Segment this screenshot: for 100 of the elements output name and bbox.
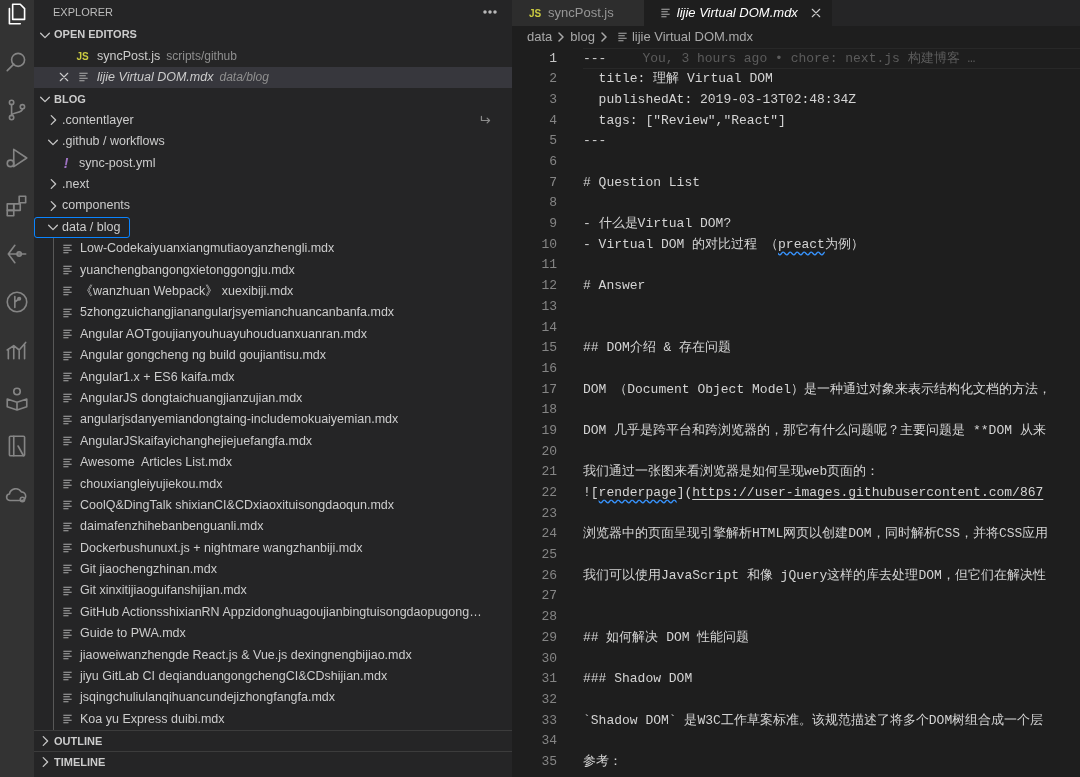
lines-file-icon: [61, 585, 73, 596]
file-item[interactable]: Awesome Articles List.mdx: [54, 451, 512, 474]
line-number: 11: [540, 256, 558, 275]
file-item[interactable]: jsqingchuliulanqihuancundejizhongfangfa.mdx: [54, 687, 512, 709]
section-header[interactable]: OPEN EDITORS: [34, 24, 512, 46]
branch-circle-icon[interactable]: [4, 289, 30, 315]
line-number: 34: [540, 732, 558, 751]
file-item[interactable]: 5zhongzuichangjianangularjsyemianchuancanbanfa.mdx: [54, 302, 512, 324]
file-item[interactable]: jiaoweiwanzhengde React.js & Vue.js dexingnengbijiao.mdx: [54, 644, 512, 666]
line-number: 7: [548, 173, 558, 192]
file-item[interactable]: Angular1.x + ES6 kaifa.mdx: [54, 366, 512, 388]
file-item[interactable]: yuanchengbangongxietonggongju.mdx: [54, 259, 512, 281]
lines-file-icon: [61, 478, 73, 489]
code-line: 参考：: [583, 752, 622, 771]
lines-file-icon: [61, 243, 73, 254]
line-number: 6: [548, 153, 558, 172]
breadcrumb-item[interactable]: data: [527, 27, 553, 47]
lines-file-icon: [61, 457, 73, 468]
code-line: DOM 几乎是跨平台和跨浏览器的，那它有什么问题呢？主要问题是 **DOM 从来: [583, 421, 1046, 440]
lines-file-icon: [616, 32, 628, 42]
line-number: 26: [540, 566, 558, 585]
line-number: 2: [548, 70, 558, 89]
file-path: data/blog: [219, 69, 269, 87]
code-line: tags: ["Review","React"]: [597, 111, 786, 130]
section-header[interactable]: OUTLINE: [34, 729, 512, 752]
js-file-icon: JS: [76, 48, 91, 64]
breadcrumb-item[interactable]: blog: [570, 27, 595, 47]
line-number: 18: [540, 401, 558, 420]
file-item[interactable]: daimafenzhihebanbenguanli.mdx: [54, 516, 512, 538]
lines-file-icon: [61, 500, 73, 511]
breadcrumb-item[interactable]: lijie Virtual DOM.mdx: [631, 27, 753, 47]
file-item[interactable]: Koa yu Express duibi.mdx: [54, 708, 512, 730]
lines-file-icon: [61, 564, 73, 575]
line-number: 33: [540, 711, 558, 730]
open-editor-item[interactable]: JS syncPost.js scripts/github: [34, 45, 512, 67]
section-header[interactable]: TIMELINE: [34, 751, 512, 773]
line-number: 24: [540, 525, 558, 544]
lines-file-icon: [61, 628, 73, 639]
file-item[interactable]: AngularJSkaifayichanghejiejuefangfa.mdx: [54, 430, 512, 452]
line-number: 10: [540, 235, 558, 254]
open-editor-item[interactable]: lijie Virtual DOM.mdx data/blog: [34, 66, 512, 89]
file-item[interactable]: Angular gongcheng ng build goujiantisu.mdx: [54, 344, 512, 367]
code-line: ---: [583, 132, 607, 151]
line-number: 20: [540, 442, 558, 461]
folder-item[interactable]: .next: [34, 173, 512, 196]
line-number: 16: [540, 359, 558, 378]
editor-tab[interactable]: lijie Virtual DOM.mdx: [643, 0, 832, 26]
lines-file-icon: [61, 350, 73, 361]
lines-file-icon: [61, 414, 73, 425]
file-item[interactable]: chouxiangleiyujiekou.mdx: [54, 473, 512, 495]
line-number: 5: [548, 132, 558, 151]
file-item[interactable]: Git xinxitijiaoguifanshijian.mdx: [54, 580, 512, 602]
line-number: 35: [540, 752, 558, 771]
reader-icon[interactable]: [4, 385, 30, 411]
line-number: 23: [540, 504, 558, 523]
line-number: 27: [540, 587, 558, 606]
code-line: ### Shadow DOM: [583, 670, 693, 689]
lines-file-icon: [61, 371, 73, 382]
file-item[interactable]: Guide to PWA.mdx: [54, 622, 512, 645]
file-item[interactable]: jiyu GitLab CI deqianduangongchengCI&CDshijian.mdx: [54, 665, 512, 688]
lines-file-icon: [78, 72, 89, 83]
lines-file-icon: [61, 521, 73, 532]
lines-file-icon: [659, 8, 671, 18]
lines-file-icon: [61, 671, 73, 682]
line-number: 17: [540, 380, 558, 399]
folder-item[interactable]: .github / workflows: [34, 130, 512, 153]
lines-file-icon: [61, 265, 73, 275]
file-item[interactable]: CoolQ&DingTalk shixianCI&CDxiaoxituisongdaoqun.mdx: [54, 494, 512, 516]
lines-file-icon: [61, 607, 73, 618]
file-item[interactable]: Dockerbushunuxt.js + nightmare wangzhanbiji.mdx: [54, 537, 512, 559]
folder-item[interactable]: data / blog: [34, 216, 131, 238]
lines-file-icon: [61, 436, 73, 447]
link[interactable]: https://user-images.githubusercontent.com/867: [692, 485, 1044, 501]
folder-item[interactable]: .contentlayer: [34, 109, 512, 131]
code-line: `Shadow DOM` 是W3C工作草案标准。该规范描述了将多个DOM树组合成一个层: [583, 711, 1044, 730]
yaml-file-icon: !: [61, 152, 71, 174]
file-item[interactable]: 《wanzhuan Webpack》 xuexibiji.mdx: [54, 280, 512, 303]
lines-file-icon: [61, 286, 73, 297]
line-number: 13: [540, 297, 558, 316]
file-item[interactable]: angularjsdanyemiandongtaing-includemokuaiyemian.mdx: [54, 409, 512, 431]
close-icon[interactable]: [58, 71, 70, 84]
line-number: 14: [540, 318, 558, 337]
editor-tab[interactable]: JS syncPost.js: [512, 0, 644, 26]
file-name: syncPost.js: [97, 47, 161, 65]
file-item[interactable]: AngularJS dongtaichuangjianzujian.mdx: [54, 387, 512, 410]
file-item[interactable]: Low-Codekaiyuanxiangmutiaoyanzhengli.mdx: [54, 237, 512, 260]
close-icon[interactable]: [809, 7, 822, 19]
section-header[interactable]: BLOG: [34, 88, 512, 110]
file-item[interactable]: Angular AOTgoujianyouhuayuhouduanxuanran.mdx: [54, 323, 512, 345]
folder-item[interactable]: components: [34, 195, 512, 217]
line-number: 9: [548, 215, 558, 234]
file-item[interactable]: Git jiaochengzhinan.mdx: [54, 558, 512, 581]
code-line: # Question List: [583, 173, 701, 192]
file-item[interactable]: ! sync-post.yml: [34, 152, 512, 174]
lines-file-icon: [61, 650, 73, 660]
chevron-icon: [598, 32, 609, 42]
file-item[interactable]: GitHub ActionsshixianRN Appzidonghuagoujianbingtuisongdaopugong…: [54, 601, 512, 623]
lines-file-icon: [61, 307, 73, 318]
line-number: 22: [540, 484, 558, 503]
code-line: ## 如何解决 DOM 性能问题: [583, 628, 750, 647]
